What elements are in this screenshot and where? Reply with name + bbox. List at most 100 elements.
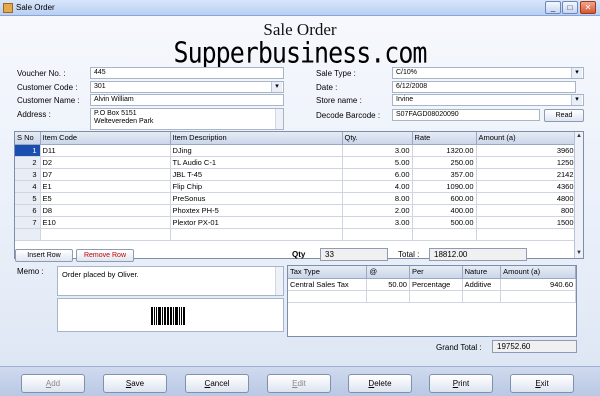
voucher-no-label: Voucher No. : — [17, 69, 66, 78]
tax-per-cell[interactable]: Percentage — [409, 278, 463, 291]
item-code-cell[interactable]: E5 — [40, 192, 171, 205]
item-code-cell[interactable]: E10 — [40, 216, 171, 229]
item-code-cell[interactable]: D11 — [40, 144, 171, 157]
save-button[interactable]: Save — [103, 374, 167, 393]
qty-cell[interactable]: 5.00 — [342, 156, 413, 169]
total-field: 18812.00 — [429, 248, 527, 261]
row-number: 4 — [15, 180, 41, 193]
table-row[interactable]: 5 E5 PreSonus 8.00 600.00 4800 — [15, 192, 583, 205]
item-description-cell[interactable]: Flip Chip — [170, 180, 343, 193]
close-button[interactable]: ✕ — [580, 1, 596, 14]
address-scrollbar[interactable] — [275, 109, 283, 129]
qty-cell[interactable]: 8.00 — [342, 192, 413, 205]
table-row[interactable]: 3 D7 JBL T-45 6.00 357.00 2142 — [15, 168, 583, 181]
row-number: 7 — [15, 216, 41, 229]
column-header-rate[interactable]: Rate — [412, 132, 477, 145]
qty-cell[interactable]: 3.00 — [342, 216, 413, 229]
add-button[interactable]: Add — [21, 374, 85, 393]
table-row[interactable]: 2 D2 TL Audio C-1 5.00 250.00 1250 — [15, 156, 583, 169]
rate-cell[interactable]: 400.00 — [412, 204, 477, 217]
scroll-up-icon[interactable]: ▲ — [575, 132, 583, 141]
store-select[interactable]: Irvine — [392, 94, 584, 106]
cancel-button[interactable]: Cancel — [185, 374, 249, 393]
tax-row-empty[interactable] — [288, 290, 576, 303]
rate-cell[interactable]: 1320.00 — [412, 144, 477, 157]
scroll-down-icon[interactable]: ▼ — [575, 249, 583, 258]
item-code-cell[interactable]: D7 — [40, 168, 171, 181]
qty-cell[interactable]: 3.00 — [342, 144, 413, 157]
memo-text: Order placed by Oliver. — [62, 270, 139, 279]
exit-button[interactable]: Exit — [510, 374, 574, 393]
item-description-cell[interactable]: Plextor PX-01 — [170, 216, 343, 229]
item-description-cell[interactable]: DJing — [170, 144, 343, 157]
date-label: Date : — [316, 83, 338, 92]
remove-row-button[interactable]: Remove Row — [76, 249, 134, 262]
qty-cell[interactable]: 6.00 — [342, 168, 413, 181]
store-name-label: Store name : — [316, 96, 362, 105]
item-description-cell[interactable]: Phoxtex PH-5 — [170, 204, 343, 217]
brand-watermark: Supperbusiness.com — [173, 35, 428, 70]
read-button[interactable]: Read — [544, 109, 584, 122]
tax-header-amount[interactable]: Amount (a) — [500, 266, 576, 279]
grand-total-field: 19752.60 — [492, 340, 577, 353]
rate-cell[interactable]: 600.00 — [412, 192, 477, 205]
item-code-cell[interactable]: E1 — [40, 180, 171, 193]
column-header-qty[interactable]: Qty. — [342, 132, 413, 145]
delete-button[interactable]: Delete — [348, 374, 412, 393]
item-code-cell[interactable]: D8 — [40, 204, 171, 217]
rate-cell[interactable]: 357.00 — [412, 168, 477, 181]
maximize-button[interactable]: □ — [562, 1, 578, 14]
customer-code-label: Customer Code : — [17, 83, 78, 92]
tax-row[interactable]: Central Sales Tax 50.00 Percentage Addit… — [288, 278, 576, 291]
tax-header-per[interactable]: Per — [409, 266, 463, 279]
tax-nature-cell[interactable]: Additive — [462, 278, 502, 291]
item-description-cell[interactable]: JBL T-45 — [170, 168, 343, 181]
qty-cell[interactable]: 4.00 — [342, 180, 413, 193]
table-row[interactable]: 7 E10 Plextor PX-01 3.00 500.00 1500 — [15, 216, 583, 229]
customer-name-field[interactable]: Alvin William — [90, 94, 284, 106]
sale-type-select[interactable]: C/10% — [392, 67, 584, 79]
tax-header-type[interactable]: Tax Type — [288, 266, 368, 279]
qty-label: Qty — [292, 250, 306, 259]
items-scrollbar[interactable]: ▲ ▼ — [574, 132, 583, 258]
tax-header-nature[interactable]: Nature — [462, 266, 502, 279]
rate-cell[interactable]: 250.00 — [412, 156, 477, 169]
memo-field[interactable]: Order placed by Oliver. — [57, 266, 284, 296]
tax-at-cell[interactable]: 50.00 — [366, 278, 410, 291]
row-number: 2 — [15, 156, 41, 169]
tax-header-at[interactable]: @ — [366, 266, 410, 279]
address-label: Address : — [17, 110, 51, 119]
table-row-empty[interactable] — [15, 228, 583, 241]
total-label: Total : — [398, 250, 420, 259]
table-row[interactable]: 1 D11 DJing 3.00 1320.00 3960 — [15, 144, 583, 157]
row-number: 3 — [15, 168, 41, 181]
column-header-item-code[interactable]: Item Code — [40, 132, 171, 145]
print-button[interactable]: Print — [429, 374, 493, 393]
qty-cell[interactable]: 2.00 — [342, 204, 413, 217]
row-number: 1 — [15, 144, 41, 157]
address-field[interactable]: P.O Box 5151 Weltevereden Park — [90, 108, 284, 130]
item-description-cell[interactable]: PreSonus — [170, 192, 343, 205]
edit-button[interactable]: Edit — [267, 374, 331, 393]
memo-scrollbar[interactable] — [275, 267, 283, 295]
tax-grid[interactable]: Tax Type @ Per Nature Amount (a) Central… — [287, 265, 577, 337]
voucher-no-field[interactable]: 445 — [90, 67, 284, 79]
table-row[interactable]: 6 D8 Phoxtex PH-5 2.00 400.00 800 — [15, 204, 583, 217]
customer-code-select[interactable]: 301 — [90, 81, 284, 93]
insert-row-button[interactable]: Insert Row — [15, 249, 73, 262]
row-number: 5 — [15, 192, 41, 205]
item-code-cell[interactable]: D2 — [40, 156, 171, 169]
date-field[interactable]: 6/12/2008 — [392, 81, 576, 93]
items-grid[interactable]: S No Item Code Item Description Qty. Rat… — [14, 131, 584, 259]
tax-type-cell[interactable]: Central Sales Tax — [288, 278, 368, 291]
column-header-sno[interactable]: S No — [15, 132, 41, 145]
decode-barcode-field[interactable]: S07FAGD08020090 — [392, 109, 540, 121]
item-description-cell[interactable]: TL Audio C-1 — [170, 156, 343, 169]
minimize-button[interactable]: _ — [545, 1, 561, 14]
address-line-2: Weltevereden Park — [94, 118, 154, 125]
table-row[interactable]: 4 E1 Flip Chip 4.00 1090.00 4360 — [15, 180, 583, 193]
column-header-amount[interactable]: Amount (a) — [476, 132, 577, 145]
column-header-item-description[interactable]: Item Description — [170, 132, 343, 145]
rate-cell[interactable]: 1090.00 — [412, 180, 477, 193]
rate-cell[interactable]: 500.00 — [412, 216, 477, 229]
